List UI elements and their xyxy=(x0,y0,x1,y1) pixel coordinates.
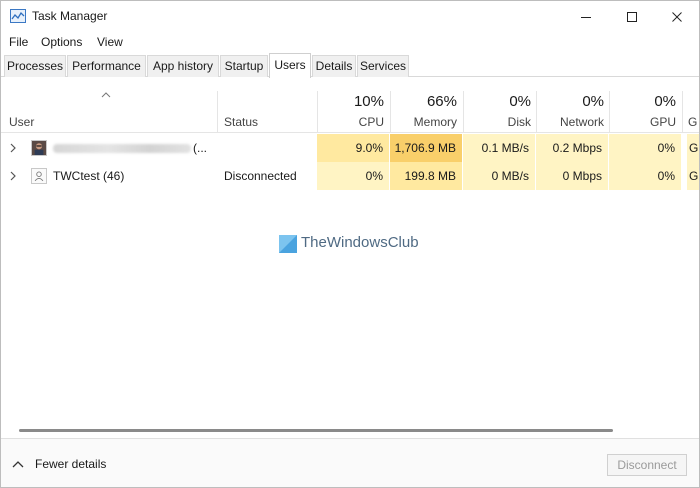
tab-processes[interactable]: Processes xyxy=(4,55,66,77)
menu-bar: File Options View xyxy=(1,32,699,52)
title-bar: Task Manager xyxy=(1,1,699,32)
task-manager-icon xyxy=(10,9,26,23)
network-value: 0 Mbps xyxy=(536,162,609,190)
sort-up-arrow-icon xyxy=(101,92,111,98)
fewer-details-label: Fewer details xyxy=(35,457,107,471)
window-title: Task Manager xyxy=(32,9,108,23)
disk-percent: 0% xyxy=(509,93,531,110)
memory-percent: 66% xyxy=(426,93,457,110)
fewer-details-button[interactable]: Fewer details xyxy=(11,455,106,473)
user-status: Disconnected xyxy=(224,169,297,183)
user-status xyxy=(224,134,314,162)
column-status[interactable]: Status xyxy=(224,115,258,129)
memory-value: 199.8 MB xyxy=(390,162,463,190)
avatar xyxy=(31,140,47,156)
tab-strip: Processes Performance App history Startu… xyxy=(1,53,699,78)
disk-value: 0 MB/s xyxy=(463,162,536,190)
gpu-value: 0% xyxy=(609,134,682,162)
table-row[interactable]: (... 9.0% 1,706.9 MB 0.1 MB/s 0.2 Mbps 0… xyxy=(1,134,699,162)
column-header: User Status 10% CPU 66% Memory 0% Disk 0… xyxy=(1,91,699,133)
column-memory[interactable]: Memory xyxy=(390,115,457,129)
table-row[interactable]: TWCtest (46) Disconnected 0% 199.8 MB 0 … xyxy=(1,162,699,190)
tab-users[interactable]: Users xyxy=(269,53,311,78)
watermark-text: TheWindowsClub xyxy=(301,234,419,251)
footer: Fewer details Disconnect xyxy=(1,438,699,487)
menu-options[interactable]: Options xyxy=(41,35,82,49)
gpu-percent: 0% xyxy=(654,93,676,110)
chevron-right-icon[interactable] xyxy=(9,142,17,154)
tab-startup[interactable]: Startup xyxy=(220,55,268,77)
column-divider xyxy=(217,91,218,133)
user-icon xyxy=(31,168,47,184)
column-network[interactable]: Network xyxy=(536,115,604,129)
user-name-suffix: (... xyxy=(193,141,207,155)
menu-view[interactable]: View xyxy=(97,35,123,49)
cpu-percent: 10% xyxy=(353,93,384,110)
disk-value: 0.1 MB/s xyxy=(463,134,536,162)
user-name: TWCtest (46) xyxy=(53,169,125,183)
tab-details[interactable]: Details xyxy=(312,55,356,77)
close-button[interactable] xyxy=(654,1,699,32)
chevron-up-icon xyxy=(12,461,24,468)
chevron-right-icon[interactable] xyxy=(9,170,17,182)
column-cpu[interactable]: CPU xyxy=(317,115,384,129)
network-value: 0.2 Mbps xyxy=(536,134,609,162)
column-user[interactable]: User xyxy=(9,115,34,129)
horizontal-scrollbar[interactable] xyxy=(19,429,613,433)
scrollbar-thumb[interactable] xyxy=(19,429,613,432)
column-disk[interactable]: Disk xyxy=(463,115,531,129)
maximize-icon xyxy=(627,11,637,22)
cpu-value: 0% xyxy=(317,162,390,190)
menu-file[interactable]: File xyxy=(9,35,28,49)
network-percent: 0% xyxy=(582,93,604,110)
windows-club-logo-icon xyxy=(279,235,297,253)
gpu-engine-value: GP xyxy=(687,134,699,162)
column-gpu-engine[interactable]: G xyxy=(688,115,697,129)
tab-performance[interactable]: Performance xyxy=(67,55,146,77)
column-divider xyxy=(682,91,683,133)
close-icon xyxy=(672,11,682,22)
maximize-button[interactable] xyxy=(609,1,655,32)
minimize-icon xyxy=(581,16,591,18)
disconnect-button[interactable]: Disconnect xyxy=(607,454,687,476)
gpu-value: 0% xyxy=(609,162,682,190)
redacted-user-name xyxy=(53,144,191,153)
column-gpu[interactable]: GPU xyxy=(609,115,676,129)
tab-services[interactable]: Services xyxy=(357,55,409,77)
gpu-engine-value: GP xyxy=(687,162,699,190)
task-manager-window: Task Manager File Options View Processes… xyxy=(0,0,700,488)
memory-value: 1,706.9 MB xyxy=(390,134,463,162)
minimize-button[interactable] xyxy=(563,1,609,32)
cpu-value: 9.0% xyxy=(317,134,390,162)
tab-app-history[interactable]: App history xyxy=(147,55,219,77)
